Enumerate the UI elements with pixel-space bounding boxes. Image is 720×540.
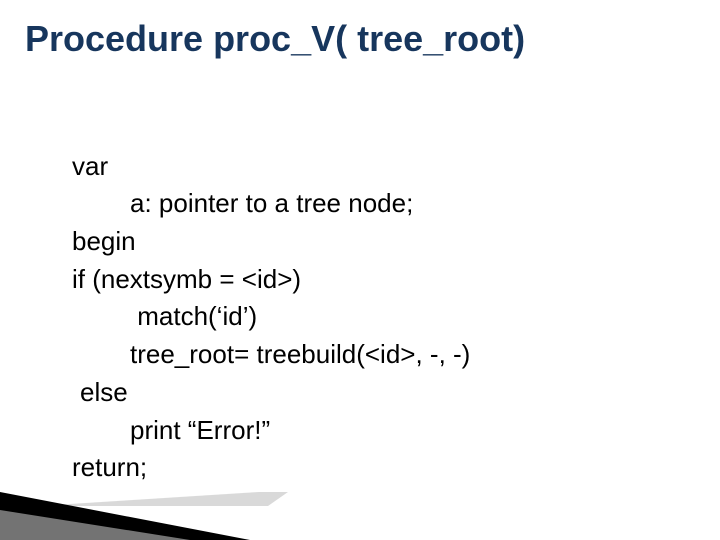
code-line-tree: tree_root= treebuild(<id>, -, -) xyxy=(72,336,470,374)
slide-title: Procedure proc_V( tree_root) xyxy=(25,18,525,60)
code-line-var: var xyxy=(72,148,108,186)
code-body: var a: pointer to a tree node; begin if … xyxy=(72,110,470,487)
code-line-match: match(‘id’) xyxy=(72,298,257,336)
decor-wedge-light xyxy=(0,510,190,540)
slide: Procedure proc_V( tree_root) var a: poin… xyxy=(0,0,720,540)
code-line-begin: begin xyxy=(72,223,136,261)
code-line-print: print “Error!” xyxy=(72,412,270,450)
code-line-return: return; xyxy=(72,449,147,487)
code-line-if: if (nextsymb = <id>) xyxy=(72,261,301,299)
code-line-else: else xyxy=(72,374,128,412)
code-line-decl: a: pointer to a tree node; xyxy=(72,185,413,223)
